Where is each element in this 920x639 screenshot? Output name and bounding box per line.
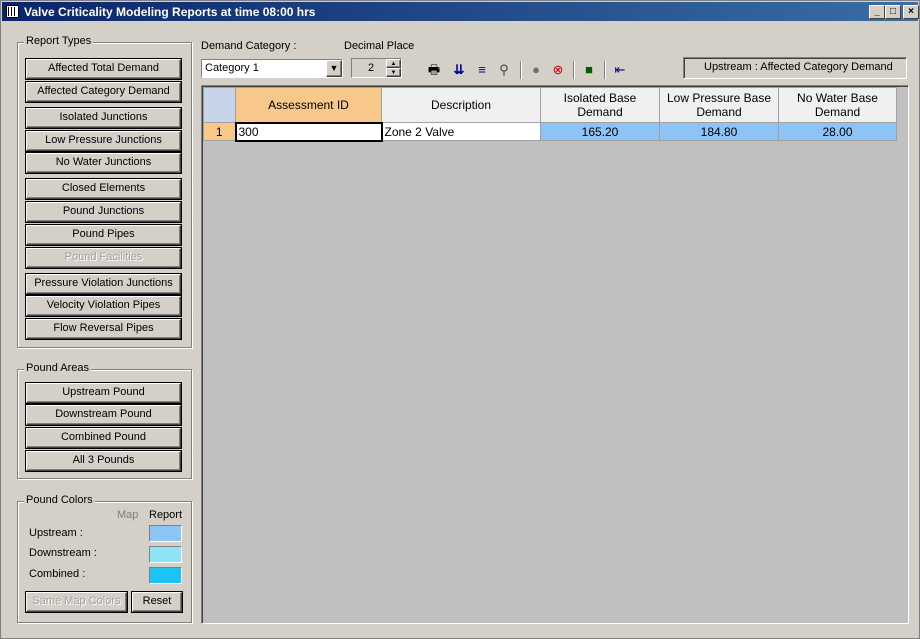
pound-junctions-button[interactable]: Pound Junctions [26,202,181,222]
select-all-corner[interactable] [203,87,236,123]
locate-icon[interactable]: ● [528,62,544,78]
upstream-pound-button[interactable]: Upstream Pound [26,383,181,403]
decimal-place-value: 2 [368,62,375,74]
combined-pound-button[interactable]: Combined Pound [26,428,181,448]
filter-icon[interactable]: ≡ [474,62,490,78]
all-3-pounds-button[interactable]: All 3 Pounds [26,451,181,471]
upstream-color-label: Upstream : [29,527,83,539]
pound-areas-group: Pound Areas Upstream Pound Downstream Po… [17,362,192,479]
no-water-base-demand-cell[interactable]: 28.00 [778,122,897,141]
decimal-place-label: Decimal Place [344,40,415,52]
same-map-colors-button: Same Map Colors [26,592,127,612]
chevron-down-icon[interactable]: ▼ [326,60,342,77]
reset-button[interactable]: Reset [132,592,182,612]
row-number[interactable]: 1 [203,122,236,141]
isolated-junctions-button[interactable]: Isolated Junctions [26,108,181,128]
report-grid-container[interactable] [201,85,909,624]
flow-reversal-pipes-button[interactable]: Flow Reversal Pipes [26,319,181,339]
sort-ascending-icon[interactable]: ⇊ [451,62,467,78]
assessment-id-cell[interactable]: 300 [234,121,383,142]
decimal-place-stepper[interactable]: 2 ▲ ▼ [351,58,402,78]
no-water-junctions-button[interactable]: No Water Junctions [26,153,181,173]
title-bar[interactable]: Valve Criticality Modeling Reports at ti… [2,2,919,21]
combined-color-swatch[interactable] [149,567,182,584]
low-pressure-junctions-button[interactable]: Low Pressure Junctions [26,131,181,151]
minimize-button[interactable]: _ [869,5,885,19]
close-icon: × [908,6,914,17]
report-types-group: Report Types Affected Total Demand Affec… [17,35,192,348]
upstream-color-swatch[interactable] [149,525,182,542]
velocity-violation-pipes-button[interactable]: Velocity Violation Pipes [26,296,181,316]
report-column-label: Report [149,509,183,521]
pound-colors-legend: Pound Colors [24,494,95,506]
stepper-down-icon[interactable]: ▼ [386,68,401,77]
pound-areas-legend: Pound Areas [24,362,91,374]
window-title: Valve Criticality Modeling Reports at ti… [24,5,316,19]
description-cell[interactable]: Zone 2 Valve [381,122,541,141]
column-header-description[interactable]: Description [381,87,541,123]
status-panel: Upstream : Affected Category Demand [683,57,907,79]
maximize-button[interactable]: □ [885,5,901,19]
app-icon [6,5,19,18]
column-header-no-water-base-demand[interactable]: No Water Base Demand [778,87,897,123]
downstream-pound-button[interactable]: Downstream Pound [26,405,181,425]
pressure-violation-junctions-button[interactable]: Pressure Violation Junctions [26,274,181,294]
print-icon[interactable]: 🖶 [426,62,442,78]
status-text: Upstream : Affected Category Demand [704,61,893,73]
save-icon[interactable]: ■ [581,62,597,78]
demand-category-value: Category 1 [205,62,259,74]
report-grid: Assessment ID Description Isolated Base … [203,87,897,142]
find-icon[interactable]: ⚲ [496,62,512,78]
isolated-base-demand-cell[interactable]: 165.20 [540,122,660,141]
report-types-legend: Report Types [24,35,94,47]
pound-facilities-button: Pound Facilities [26,248,181,268]
closed-elements-button[interactable]: Closed Elements [26,179,181,199]
demand-category-select[interactable]: Category 1 ▼ [201,59,343,78]
downstream-color-swatch[interactable] [149,546,182,563]
clear-highlight-icon[interactable]: ⊗ [550,62,566,78]
maximize-icon: □ [889,6,897,17]
toolbar-separator [520,61,522,79]
column-header-assessment-id[interactable]: Assessment ID [235,87,382,123]
exit-icon[interactable]: ⇤ [612,62,628,78]
stepper-up-icon[interactable]: ▲ [386,59,401,68]
affected-category-demand-button[interactable]: Affected Category Demand [26,82,181,102]
table-row[interactable]: 1 300 Zone 2 Valve 165.20 184.80 28.00 [203,121,897,142]
demand-category-label: Demand Category : [201,40,297,52]
pound-pipes-button[interactable]: Pound Pipes [26,225,181,245]
affected-total-demand-button[interactable]: Affected Total Demand [26,59,181,79]
toolbar-separator-3 [604,61,606,79]
combined-color-label: Combined : [29,568,86,580]
close-button[interactable]: × [903,5,919,19]
column-header-low-pressure-base-demand[interactable]: Low Pressure Base Demand [659,87,779,123]
toolbar-separator-2 [573,61,575,79]
report-window: Valve Criticality Modeling Reports at ti… [0,0,920,639]
pound-colors-group: Pound Colors Map Report Upstream : Downs… [17,494,192,623]
downstream-color-label: Downstream : [29,547,97,559]
low-pressure-base-demand-cell[interactable]: 184.80 [659,122,779,141]
minimize-icon: _ [874,6,880,17]
map-column-label: Map [117,509,139,521]
column-header-isolated-base-demand[interactable]: Isolated Base Demand [540,87,660,123]
